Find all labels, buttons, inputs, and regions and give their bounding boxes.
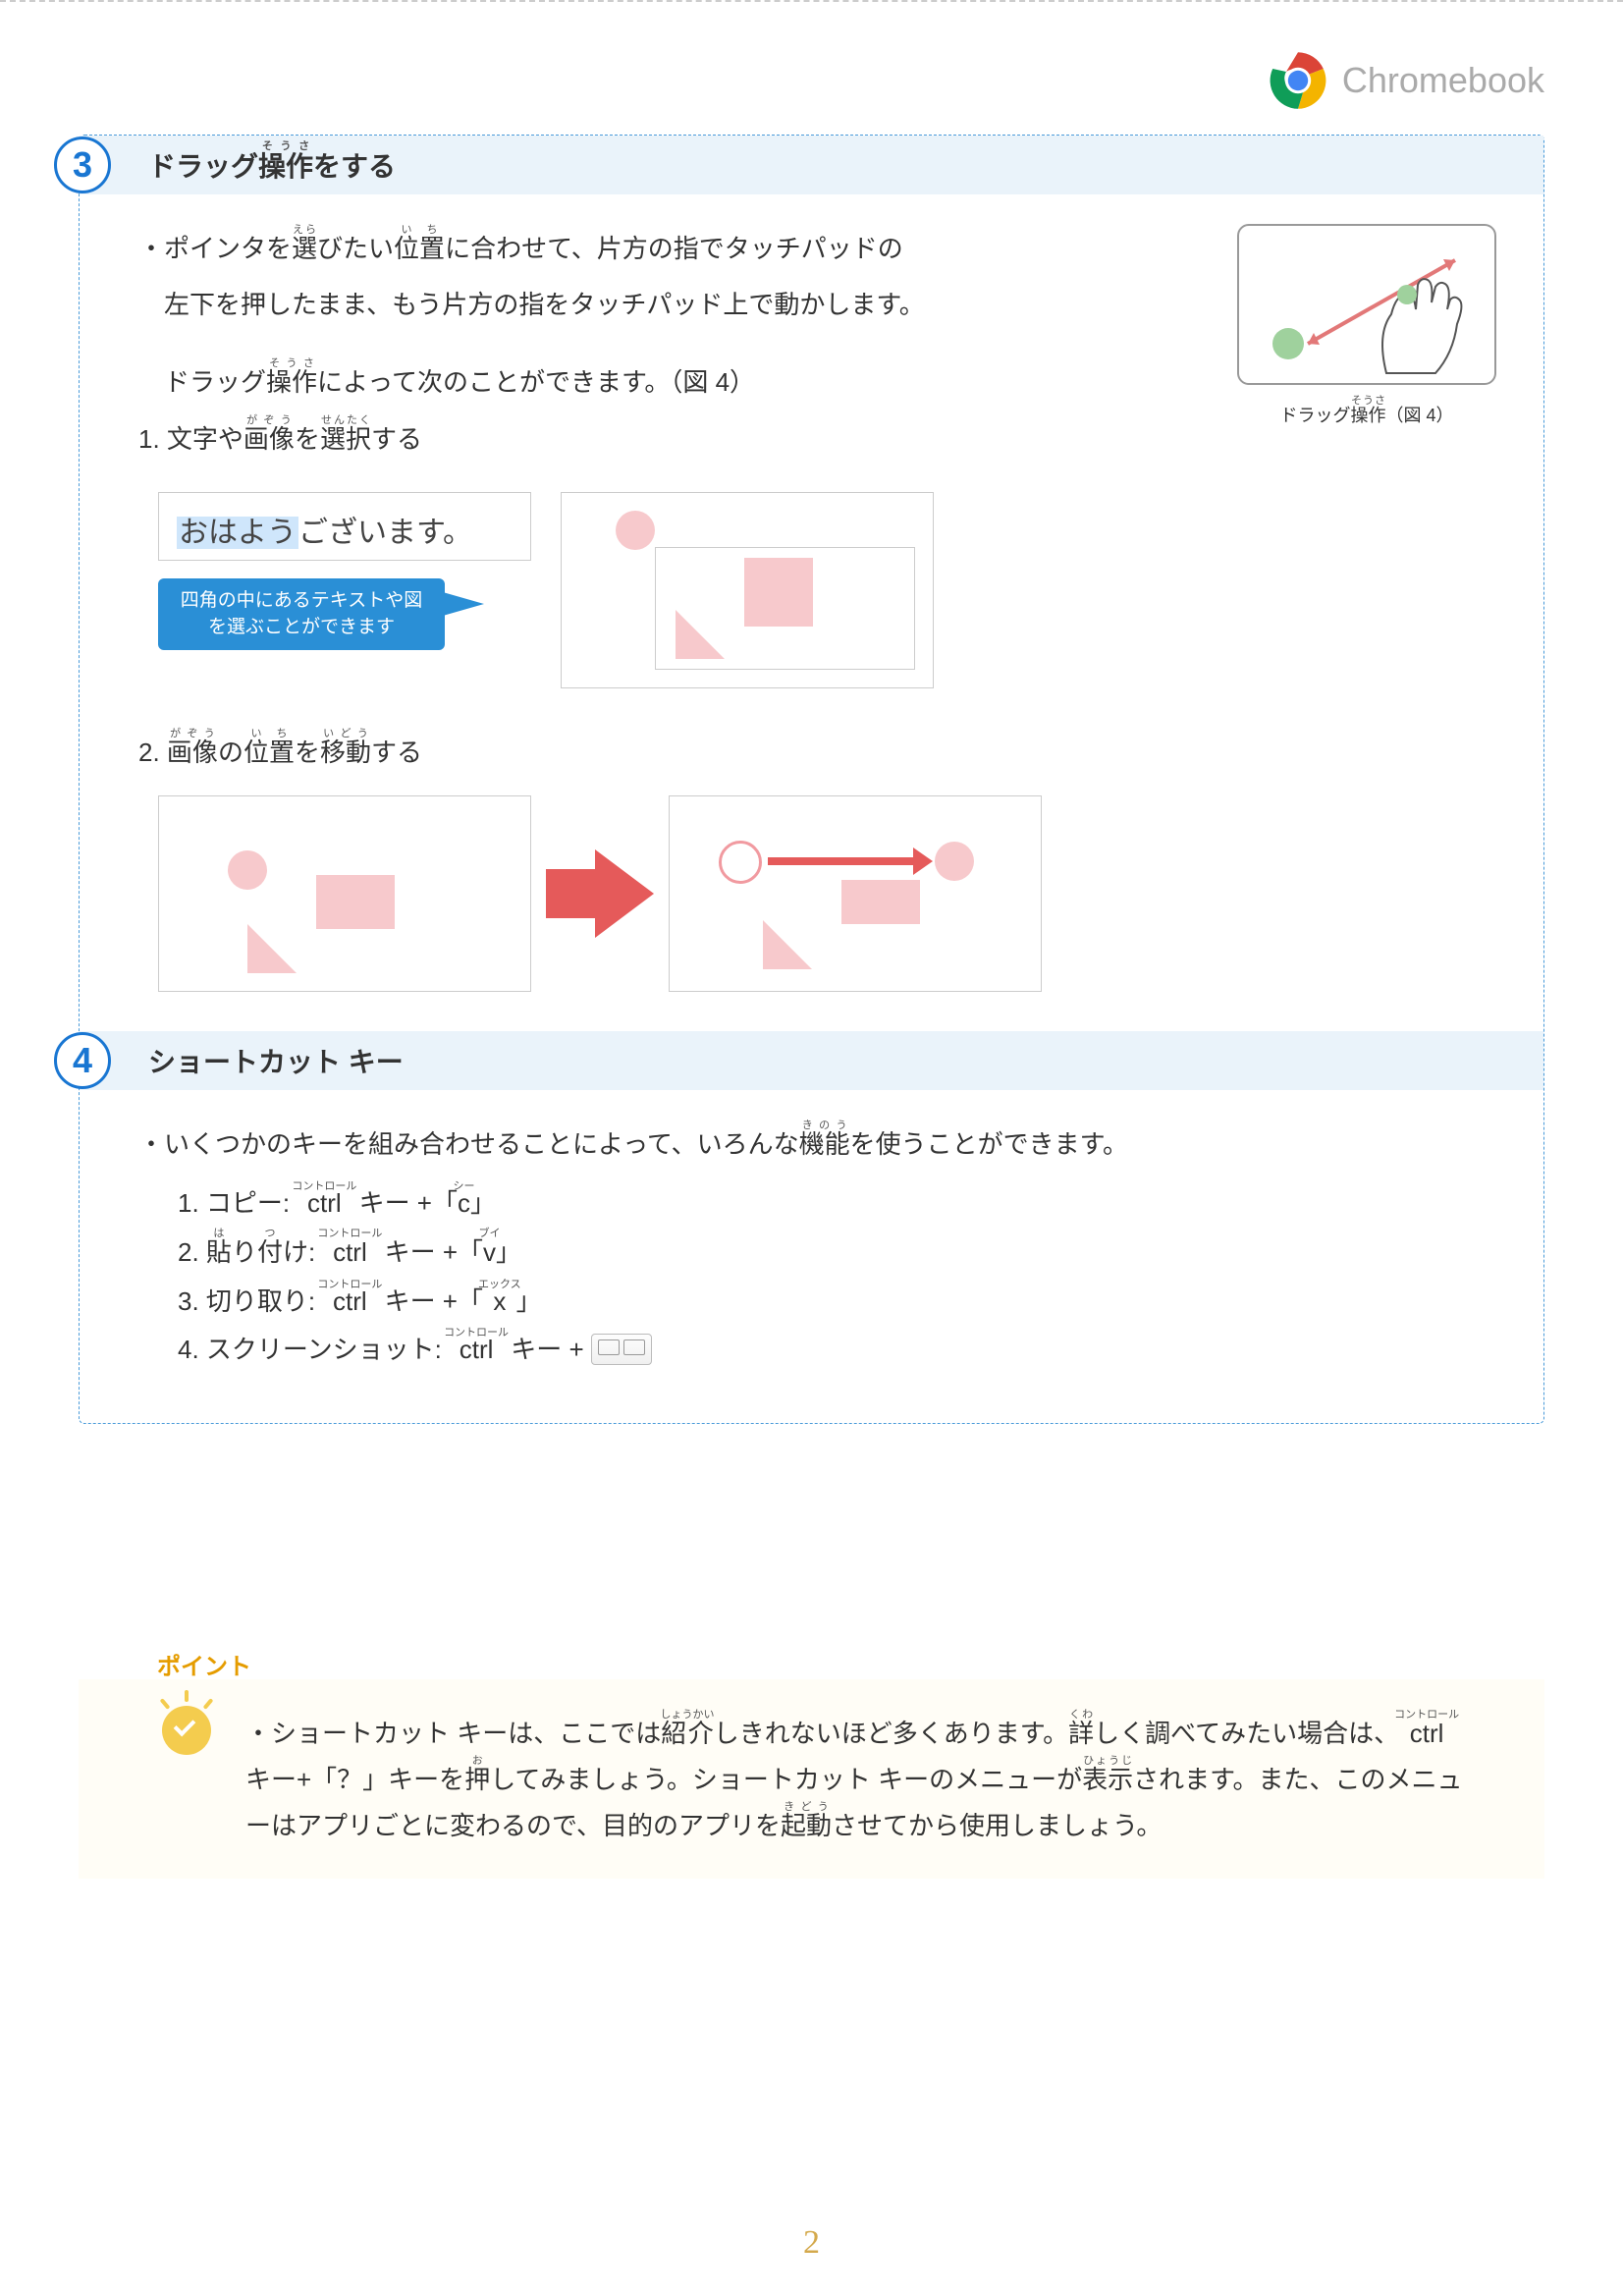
touchpad-caption: ドラッグ操作そうさ（図 4）	[1229, 395, 1504, 431]
point-box: ポイント ・ショートカット キーは、ここでは紹介しょうかいしきれないほど多くあり…	[79, 1679, 1544, 1878]
text-select-example: おはようございます。	[158, 492, 531, 561]
touchpad-figure: ドラッグ操作そうさ（図 4）	[1229, 224, 1504, 431]
section4-number: 4	[54, 1032, 111, 1089]
point-text: ・ショートカット キーは、ここでは紹介しょうかいしきれないほど多くあります。詳く…	[245, 1709, 1486, 1848]
section3-p1a: ・ポインタを選えらびたい位置いちに合わせて、片方の指でタッチパッドの	[138, 224, 1210, 272]
selection-rect	[655, 547, 915, 670]
section4-heading: 4 ショートカット キー	[80, 1031, 1543, 1090]
section3-body: ・ポインタを選えらびたい位置いちに合わせて、片方の指でタッチパッドの 左下を押し…	[80, 224, 1543, 992]
page: Chromebook 3 ドラッグ操作そうさをする ・ポインタを選えらびたい位置…	[0, 0, 1623, 2296]
section3-item2: 2. 画像がぞうの位置いちを移動いどうする	[138, 728, 1504, 776]
move-after-box	[669, 795, 1042, 992]
big-arrow-icon	[595, 849, 654, 938]
touchpad-diagram	[1237, 224, 1496, 385]
move-example-row	[158, 795, 1504, 992]
shortcut-paste: 2. 貼はり付つけ: ctrlコントロール キー +「vブイ」	[178, 1228, 1504, 1277]
point-label: ポイント	[157, 1646, 251, 1688]
brand-label: Chromebook	[1342, 60, 1544, 101]
shortcut-screenshot: 4. スクリーンショット: ctrlコントロール キー +	[178, 1326, 1504, 1374]
rest-text: ございます。	[298, 517, 472, 549]
section4-intro: ・いくつかのキーを組み合わせることによって、いろんな機能きのうを使うことができま…	[138, 1120, 1504, 1168]
shape-select-example	[561, 492, 934, 688]
header: Chromebook	[79, 51, 1544, 110]
section4-body: ・いくつかのキーを組み合わせることによって、いろんな機能きのうを使うことができま…	[80, 1120, 1543, 1374]
chrome-logo-icon	[1269, 51, 1327, 110]
highlighted-text: おはよう	[177, 517, 298, 549]
section3-p1b: 左下を押したまま、もう片方の指をタッチパッド上で動かします。	[138, 282, 1210, 328]
section3-p2: ドラッグ操作そうさによって次のことができます。（図 4）	[138, 357, 1210, 406]
lightbulb-icon	[157, 1694, 216, 1773]
move-arrow-icon	[768, 857, 915, 865]
section3-heading: 3 ドラッグ操作そうさをする	[80, 136, 1543, 194]
shortcut-copy: 1. コピー: ctrlコントロール キー +「cシー」	[178, 1179, 1504, 1228]
shortcuts-list: 1. コピー: ctrlコントロール キー +「cシー」 2. 貼はり付つけ: …	[178, 1179, 1504, 1375]
page-number: 2	[803, 2224, 820, 2262]
window-switch-key-icon	[591, 1334, 652, 1365]
section3-number: 3	[54, 137, 111, 193]
select-example-row: おはようございます。 四角の中にあるテキストや図を選ぶことができます	[158, 492, 1504, 688]
section3-item1: 1. 文字や画像がぞうを選択せんたくする	[138, 414, 1210, 463]
sections-frame: 3 ドラッグ操作そうさをする ・ポインタを選えらびたい位置いちに合わせて、片方の…	[79, 135, 1544, 1424]
callout-bubble: 四角の中にあるテキストや図を選ぶことができます	[158, 578, 445, 650]
move-before-box	[158, 795, 531, 992]
shortcut-cut: 3. 切り取り: ctrlコントロール キー +「xエックス」	[178, 1278, 1504, 1326]
